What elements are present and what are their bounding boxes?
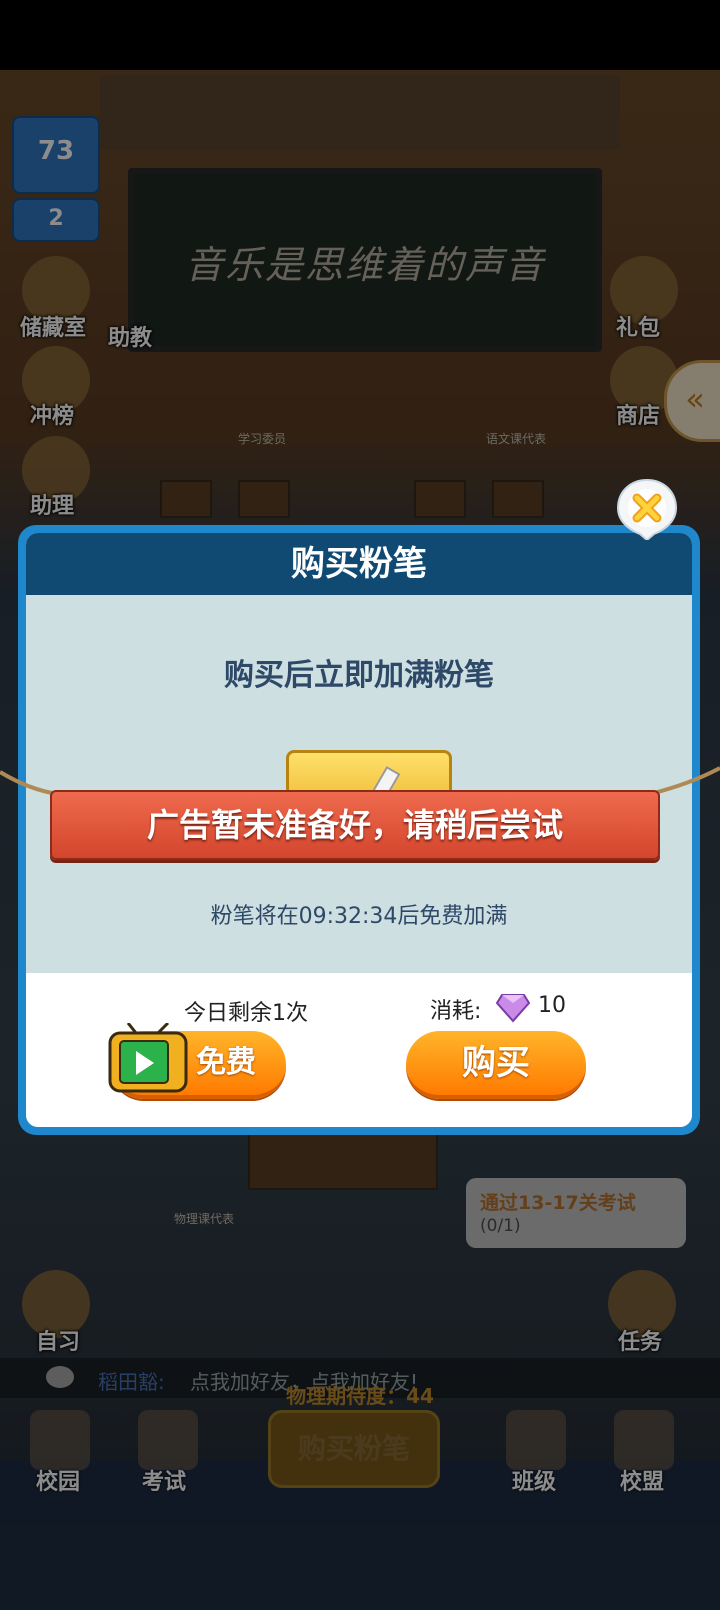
cost-row: 消耗: 10 (430, 991, 630, 1025)
tv-ad-icon (108, 1023, 188, 1093)
ad-not-ready-banner: 广告暂未准备好，请稍后尝试 (50, 790, 660, 860)
close-icon[interactable] (616, 478, 678, 540)
refill-timer-text: 粉笔将在09:32:34后免费加满 (210, 904, 508, 929)
free-button-label: 免费 (196, 1045, 256, 1080)
diamond-icon (496, 994, 530, 1023)
buy-button[interactable]: 购买 (406, 1031, 586, 1099)
status-bar (0, 0, 720, 70)
dialog-header: 购买粉笔 (26, 533, 692, 595)
ad-not-ready-text: 广告暂未准备好，请稍后尝试 (146, 806, 563, 844)
dialog-title: 购买粉笔 (291, 544, 427, 584)
cost-value: 10 (538, 993, 566, 1018)
dialog-subtitle: 购买后立即加满粉笔 (224, 658, 494, 693)
free-button[interactable]: 免费 (108, 1023, 286, 1099)
dialog-footer: 今日剩余1次 消耗: 10 免费 购买 (26, 973, 692, 1127)
buy-button-label: 购买 (462, 1043, 530, 1083)
cost-label: 消耗: (430, 999, 482, 1024)
